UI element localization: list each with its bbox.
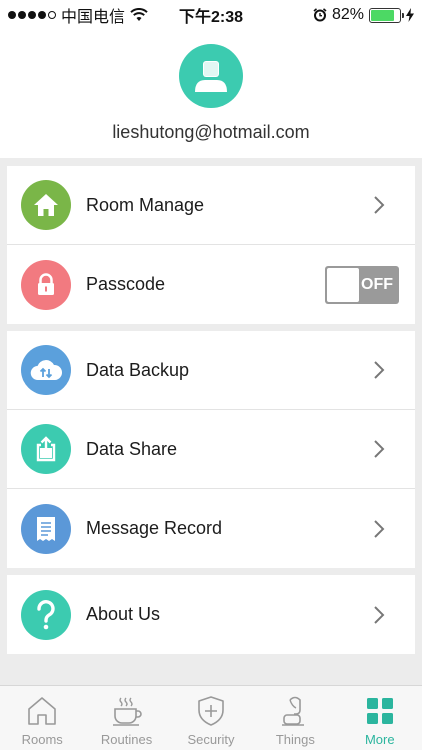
grid-icon: [366, 698, 393, 724]
cloud-sync-icon: [21, 345, 71, 395]
shield-icon: [198, 696, 224, 726]
tab-security[interactable]: Security: [169, 686, 253, 747]
tab-label: Security: [187, 732, 235, 747]
battery-icon: [369, 7, 404, 23]
chevron-right-icon: [374, 519, 385, 538]
menu-item-label: Data Share: [86, 438, 178, 459]
menu-item-room-manage[interactable]: Room Manage: [7, 166, 415, 245]
tab-bar: Rooms Routines Security Things More: [0, 685, 422, 750]
wifi-icon: [130, 8, 148, 21]
settings-group-2: Data Backup Data Share Message Record: [7, 331, 415, 568]
tab-things[interactable]: Things: [253, 686, 337, 747]
chevron-right-icon: [374, 605, 385, 624]
lock-icon: [21, 259, 71, 310]
home-icon: [21, 180, 71, 230]
settings-group-3: About Us: [7, 575, 415, 654]
tab-more[interactable]: More: [338, 686, 422, 747]
status-bar: 中国电信 下午2:38 82%: [0, 0, 422, 30]
toggle-knob: [327, 267, 359, 302]
question-icon: [21, 589, 71, 640]
menu-item-label: Room Manage: [86, 194, 205, 215]
menu-item-label: About Us: [86, 604, 161, 624]
house-outline-icon: [28, 697, 56, 725]
profile-email: lieshutong@hotmail.com: [112, 122, 310, 142]
lamp-icon: [282, 696, 305, 726]
menu-item-about-us[interactable]: About Us: [7, 575, 415, 654]
battery-percent: 82%: [331, 6, 364, 23]
tab-rooms[interactable]: Rooms: [0, 686, 84, 747]
user-icon: [195, 61, 227, 92]
menu-item-data-backup[interactable]: Data Backup: [7, 331, 415, 410]
settings-group-1: Room Manage Passcode OFF: [7, 166, 415, 324]
charging-icon: [406, 8, 414, 22]
tab-routines[interactable]: Routines: [85, 686, 169, 747]
carrier-name: 中国电信: [61, 9, 126, 26]
tab-label: Rooms: [21, 732, 63, 747]
alarm-icon: [313, 8, 327, 22]
chevron-right-icon: [374, 196, 385, 214]
tab-label: Routines: [100, 732, 153, 747]
receipt-icon: [21, 503, 71, 554]
toggle-state-label: OFF: [361, 275, 393, 293]
chevron-right-icon: [374, 440, 385, 458]
share-icon: [21, 424, 71, 474]
menu-item-label: Message Record: [86, 518, 223, 538]
signal-strength-icon: [8, 11, 56, 19]
menu-item-label: Data Backup: [86, 359, 190, 380]
cup-icon: [112, 697, 142, 726]
menu-item-passcode: Passcode OFF: [7, 245, 415, 324]
avatar[interactable]: [179, 44, 243, 108]
tab-label: More: [364, 732, 395, 747]
menu-item-label: Passcode: [86, 274, 166, 294]
passcode-toggle[interactable]: OFF: [325, 265, 399, 304]
menu-item-data-share[interactable]: Data Share: [7, 410, 415, 489]
tab-label: Things: [275, 732, 315, 747]
chevron-right-icon: [374, 361, 385, 379]
menu-item-message-record[interactable]: Message Record: [7, 489, 415, 568]
profile-header: lieshutong@hotmail.com: [0, 30, 422, 158]
